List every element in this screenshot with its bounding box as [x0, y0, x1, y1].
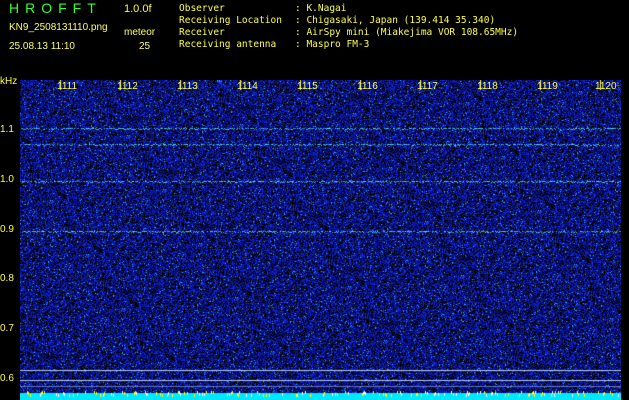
y-tick-label: 0.7: [0, 323, 14, 334]
x-tick-label: 1113: [177, 81, 198, 92]
y-tick-label: 1.0: [0, 174, 14, 185]
y-tick-label: 1.1: [0, 124, 14, 135]
observer-label: Observer: [179, 3, 225, 14]
location-label: Receiving Location: [179, 15, 282, 26]
y-tick-label: 0.6: [0, 373, 14, 384]
mode-label: meteor: [124, 27, 156, 38]
version-label: 1.0.0f: [124, 3, 152, 15]
spectrogram-canvas: [20, 80, 621, 400]
antenna-value: : Maspro FM-3: [295, 39, 370, 50]
x-tick-label: 1115: [297, 81, 318, 92]
antenna-label: Receiving antenna: [179, 39, 277, 50]
file-name: KN9_2508131110.png: [9, 22, 108, 33]
x-tick-label: 1117: [417, 81, 438, 92]
x-tick-label: 1111: [57, 81, 78, 92]
y-tick-label: 0.9: [0, 224, 14, 235]
detection-count: 25: [139, 41, 151, 52]
receiver-label: Receiver: [179, 27, 225, 38]
x-tick-label: 1120: [595, 81, 617, 92]
observer-value: : K.Nagai: [295, 3, 347, 14]
app-title: HROFFT: [9, 0, 102, 16]
y-axis-unit: kHz: [0, 76, 18, 87]
x-tick-label: 1114: [237, 81, 258, 92]
x-tick-label: 1118: [477, 81, 498, 92]
x-tick-label: 1112: [117, 81, 138, 92]
timestamp: 25.08.13 11:10: [9, 41, 75, 52]
x-tick-label: 1116: [357, 81, 378, 92]
location-value: : Chigasaki, Japan (139.414 35.340): [295, 15, 496, 26]
x-tick-label: 1119: [537, 81, 558, 92]
receiver-value: : AirSpy mini (Miakejima VOR 108.65MHz): [295, 27, 519, 38]
y-tick-label: 0.8: [0, 273, 14, 284]
